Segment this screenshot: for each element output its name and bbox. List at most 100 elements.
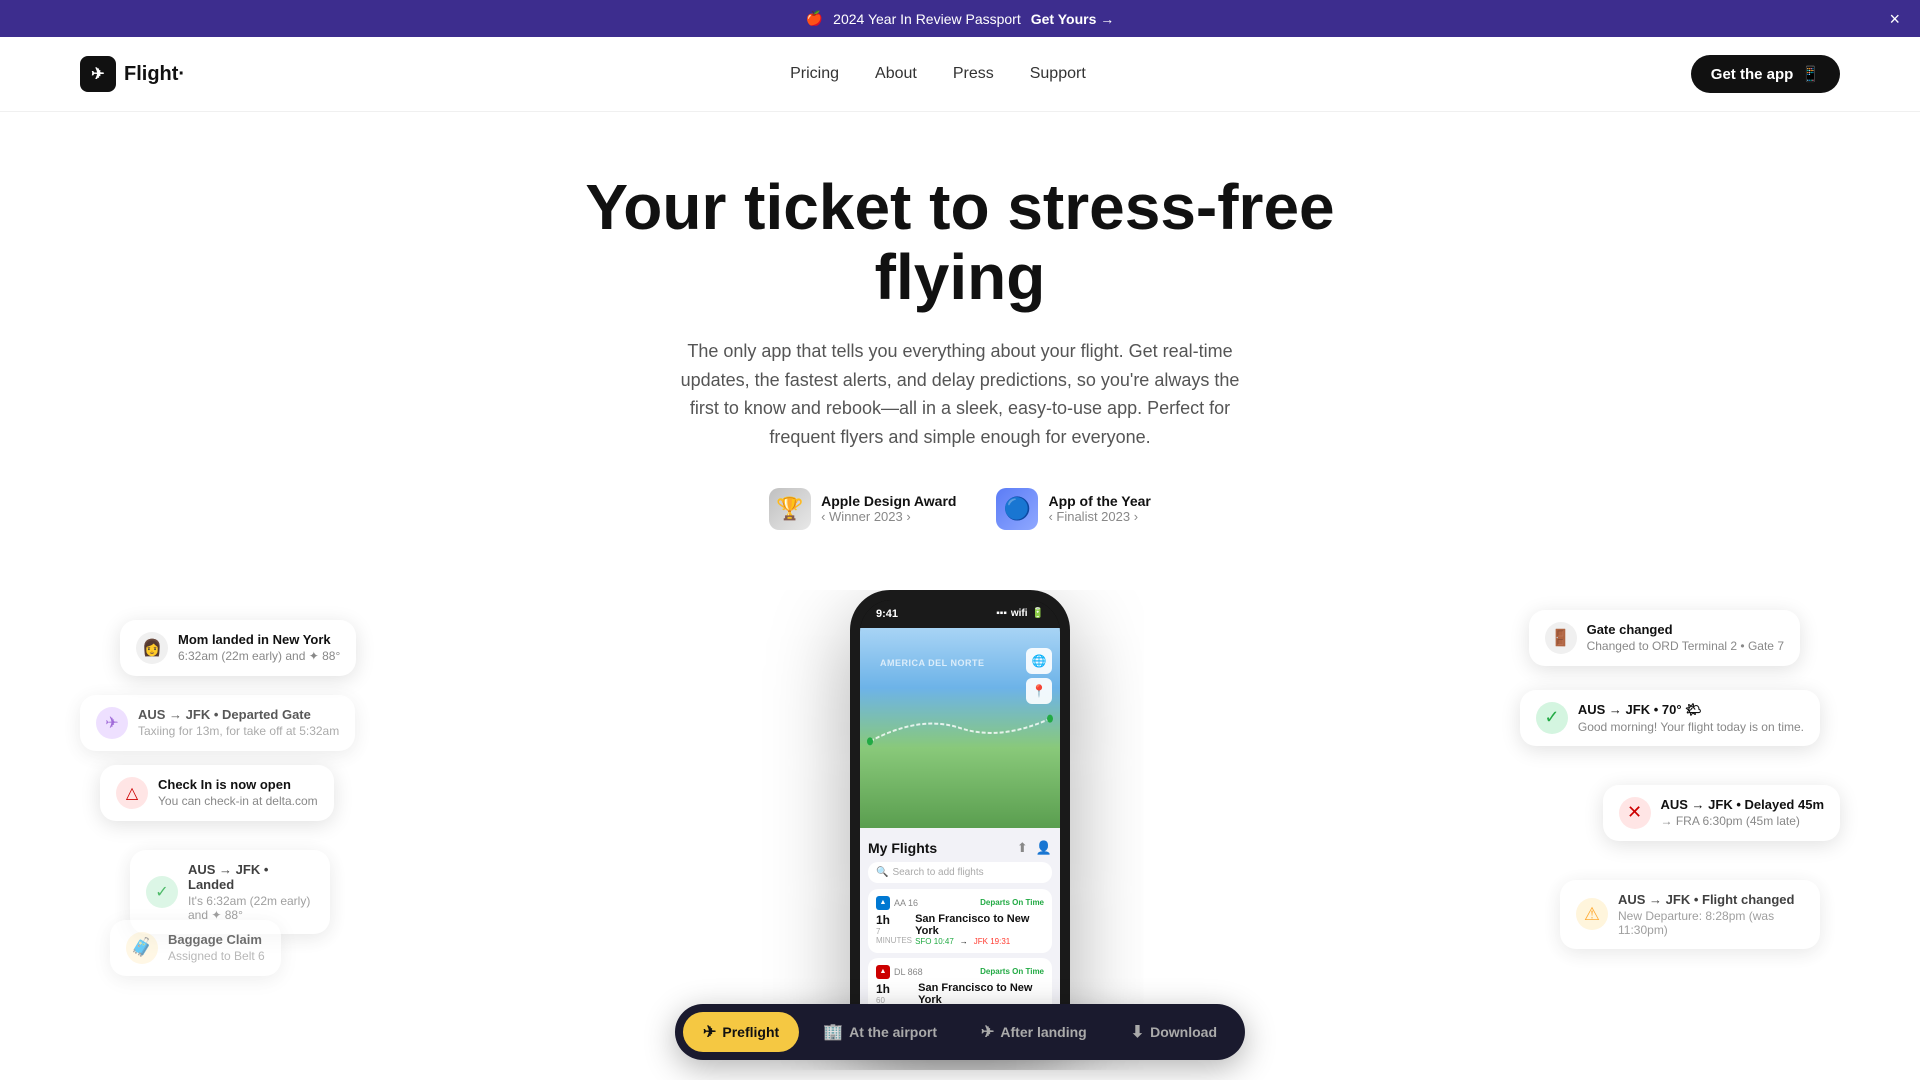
- notif-ontime-title: AUS → JFK • 70° 🌤: [1578, 702, 1804, 718]
- signal-icon: ▪▪▪: [996, 608, 1007, 619]
- tab-airport-label: At the airport: [849, 1024, 937, 1040]
- logo-icon: ✈: [80, 56, 116, 92]
- phone-icon: 📱: [1801, 65, 1820, 83]
- phone-time: 9:41: [876, 608, 898, 620]
- tab-preflight[interactable]: ✈ Preflight: [683, 1012, 799, 1052]
- hero-headline: Your ticket to stress-free flying: [510, 172, 1410, 313]
- notif-right-gate-change: 🚪 Gate changed Changed to ORD Terminal 2…: [1529, 610, 1800, 666]
- logo-text: Flight·: [124, 63, 185, 86]
- banner-cta[interactable]: Get Yours →: [1031, 11, 1115, 27]
- award-year-subtitle: ‹ Finalist 2023 ›: [1048, 509, 1150, 524]
- tab-bar: ✈ Preflight 🏢 At the airport ✈ After lan…: [675, 1004, 1245, 1060]
- battery-icon: 🔋: [1032, 608, 1044, 619]
- flight-route-2: San Francisco to New York: [918, 982, 1044, 1006]
- awards-section: 🏆 Apple Design Award ‹ Winner 2023 › 🔵 A…: [20, 488, 1900, 530]
- get-app-label: Get the app: [1711, 66, 1794, 83]
- map-location-button[interactable]: 📍: [1026, 678, 1052, 704]
- tab-download[interactable]: ⬇ Download: [1111, 1012, 1237, 1052]
- notif-changed-title: AUS → JFK • Flight changed: [1618, 892, 1804, 907]
- search-placeholder: Search to add flights: [892, 867, 983, 878]
- notif-baggage-title: Baggage Claim: [168, 932, 265, 947]
- notif-delayed-sub: → FRA 6:30pm (45m late): [1661, 814, 1825, 828]
- tab-download-label: Download: [1150, 1024, 1217, 1040]
- get-app-button[interactable]: Get the app 📱: [1691, 55, 1840, 93]
- hero-section: Your ticket to stress-free flying The on…: [0, 112, 1920, 590]
- flight-duration-1: 1h: [876, 913, 915, 927]
- departs-badge-1: Departs On Time: [980, 898, 1044, 907]
- notif-baggage-icon: 🧳: [126, 932, 158, 964]
- notif-gate-title: Gate changed: [1587, 622, 1784, 637]
- preflight-icon: ✈: [703, 1022, 716, 1042]
- banner-text: 2024 Year In Review Passport: [833, 11, 1021, 27]
- download-icon: ⬇: [1131, 1022, 1144, 1042]
- phone-search[interactable]: 🔍 Search to add flights: [868, 862, 1052, 883]
- award-year: 🔵 App of the Year ‹ Finalist 2023 ›: [996, 488, 1150, 530]
- banner-close-button[interactable]: ×: [1889, 10, 1900, 28]
- notif-mom-sub: 6:32am (22m early) and ✦ 88°: [178, 649, 340, 663]
- notif-delayed-icon: ✕: [1619, 797, 1651, 829]
- award-year-title: App of the Year: [1048, 493, 1150, 509]
- notif-checkin-icon: △: [116, 777, 148, 809]
- award-design-title: Apple Design Award: [821, 493, 956, 509]
- phone-list-actions: ⬆ 👤: [1017, 840, 1052, 856]
- airline-aa-dot: ▲: [876, 896, 890, 910]
- search-icon: 🔍: [876, 867, 888, 878]
- tab-after-landing[interactable]: ✈ After landing: [961, 1012, 1107, 1052]
- departs-badge-2: Departs On Time: [980, 967, 1044, 976]
- settings-icon[interactable]: 👤: [1036, 840, 1052, 856]
- flight-num-1: AA 16: [894, 898, 918, 908]
- notif-left-checkin: △ Check In is now open You can check-in …: [100, 765, 334, 821]
- notif-right-ontime: ✓ AUS → JFK • 70° 🌤 Good morning! Your f…: [1520, 690, 1820, 746]
- notif-delayed-title: AUS → JFK • Delayed 45m: [1661, 797, 1825, 812]
- nav-link-support[interactable]: Support: [1030, 65, 1086, 82]
- nav-link-pricing[interactable]: Pricing: [790, 65, 839, 82]
- award-design-subtitle: ‹ Winner 2023 ›: [821, 509, 956, 524]
- airport-icon: 🏢: [823, 1022, 843, 1042]
- wifi-icon: wifi: [1011, 608, 1028, 619]
- notif-checkin-title: Check In is now open: [158, 777, 318, 792]
- award-design-icon: 🏆: [769, 488, 811, 530]
- nav-link-press[interactable]: Press: [953, 65, 994, 82]
- logo[interactable]: ✈ Flight·: [80, 56, 185, 92]
- notif-departed-title: AUS → JFK • Departed Gate: [138, 707, 339, 722]
- navbar: ✈ Flight· Pricing About Press Support Ge…: [0, 37, 1920, 112]
- award-year-icon: 🔵: [996, 488, 1038, 530]
- phone-map: AMERICA DEL NORTE 🌐 📍: [860, 628, 1060, 828]
- phone-list-header: My Flights ⬆ 👤: [868, 836, 1052, 862]
- notif-baggage-sub: Assigned to Belt 6: [168, 949, 265, 963]
- notif-changed-icon: ⚠: [1576, 898, 1608, 930]
- phone-mockup: 9:41 ▪▪▪ wifi 🔋 AMERICA DEL NORTE: [850, 590, 1070, 1050]
- arr-time-1: JFK 19:31: [974, 937, 1010, 946]
- share-icon[interactable]: ⬆: [1017, 840, 1028, 856]
- flight-route-1: San Francisco to New York: [915, 913, 1044, 937]
- flight-card-1[interactable]: ▲ AA 16 Departs On Time 1h 7 MINUTES: [868, 889, 1052, 953]
- notif-gate-icon: 🚪: [1545, 622, 1577, 654]
- phone-screen: 9:41 ▪▪▪ wifi 🔋 AMERICA DEL NORTE: [860, 600, 1060, 1040]
- notif-changed-sub: New Departure: 8:28pm (was 11:30pm): [1618, 909, 1804, 937]
- phone-shell: 9:41 ▪▪▪ wifi 🔋 AMERICA DEL NORTE: [850, 590, 1070, 1050]
- map-label: AMERICA DEL NORTE: [880, 658, 985, 668]
- notif-landed-title: AUS → JFK • Landed: [188, 862, 314, 892]
- notif-mom-title: Mom landed in New York: [178, 632, 340, 647]
- notif-departed-icon: ✈: [96, 707, 128, 739]
- notif-avatar-icon: 👩: [136, 632, 168, 664]
- visual-section: 👩 Mom landed in New York 6:32am (22m ear…: [0, 590, 1920, 1070]
- phone-status-icons: ▪▪▪ wifi 🔋: [996, 608, 1044, 619]
- nav-link-about[interactable]: About: [875, 65, 917, 82]
- map-layer-button[interactable]: 🌐: [1026, 648, 1052, 674]
- notif-right-changed: ⚠ AUS → JFK • Flight changed New Departu…: [1560, 880, 1820, 949]
- flight-duration-2: 1h: [876, 982, 918, 996]
- phone-list-title: My Flights: [868, 840, 937, 856]
- hero-description: The only app that tells you everything a…: [680, 337, 1240, 452]
- flight-num-2: DL 868: [894, 967, 923, 977]
- phone-status-bar: 9:41 ▪▪▪ wifi 🔋: [860, 600, 1060, 628]
- airline-dl-dot: ▲: [876, 965, 890, 979]
- notif-left-baggage: 🧳 Baggage Claim Assigned to Belt 6: [110, 920, 281, 976]
- tab-airport[interactable]: 🏢 At the airport: [803, 1012, 957, 1052]
- notif-ontime-sub: Good morning! Your flight today is on ti…: [1578, 720, 1804, 734]
- after-landing-icon: ✈: [981, 1022, 994, 1042]
- tab-preflight-label: Preflight: [722, 1024, 779, 1040]
- flight-times-1: SFO 10:47 → JFK 19:31: [915, 937, 1044, 946]
- notif-left-departed: ✈ AUS → JFK • Departed Gate Taxiing for …: [80, 695, 355, 751]
- award-design: 🏆 Apple Design Award ‹ Winner 2023 ›: [769, 488, 956, 530]
